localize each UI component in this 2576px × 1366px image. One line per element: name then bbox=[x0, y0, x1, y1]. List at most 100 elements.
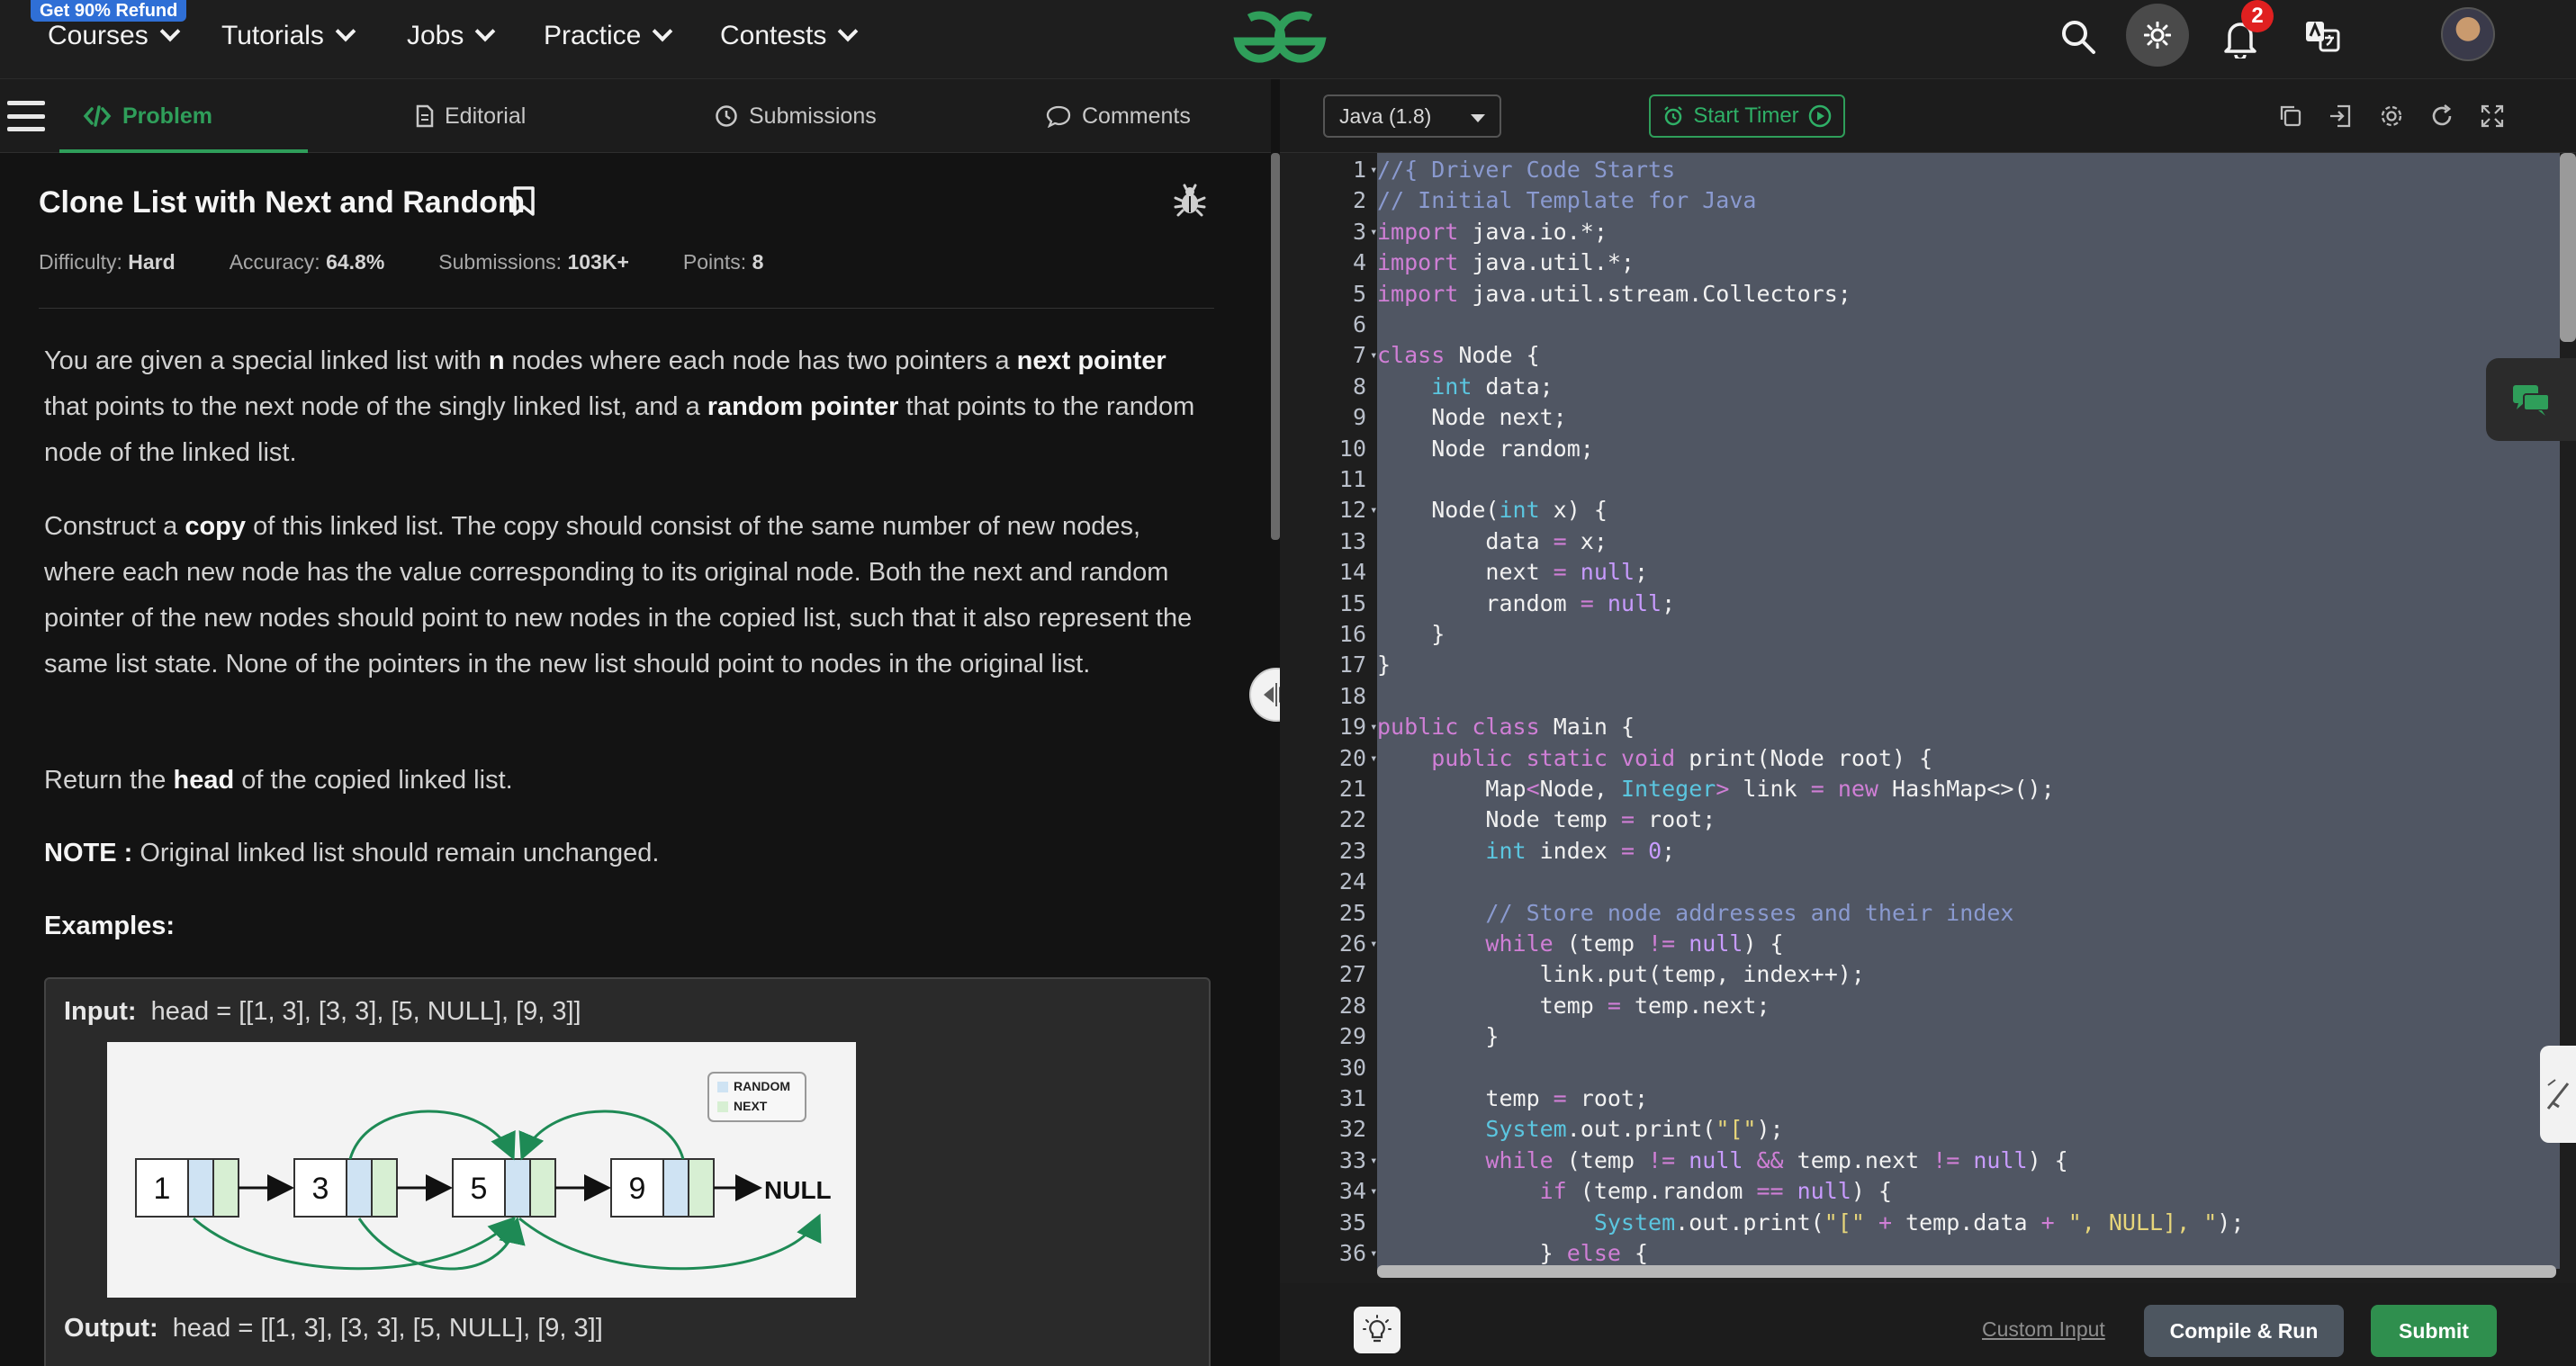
code-text: System.out.print("["); bbox=[1485, 1116, 1784, 1143]
line-number: 34 bbox=[1338, 1178, 1366, 1205]
chevron-down-icon bbox=[335, 21, 356, 42]
start-timer-button[interactable]: Start Timer bbox=[1649, 94, 1845, 138]
fullscreen-icon[interactable] bbox=[2477, 101, 2508, 131]
editor-toolbar: Java (1.8) Start Timer bbox=[1280, 79, 2576, 153]
comment-icon bbox=[1046, 105, 1071, 128]
code-vertical-scrollbar[interactable] bbox=[2560, 153, 2576, 342]
tab-comments-label: Comments bbox=[1082, 103, 1191, 129]
line-number: 22 bbox=[1338, 806, 1366, 833]
code-text: link.put(temp, index++); bbox=[1377, 961, 1865, 988]
import-file-icon[interactable] bbox=[2326, 101, 2356, 131]
line-number: 16 bbox=[1338, 621, 1366, 647]
code-text: public class Main { bbox=[1377, 714, 1635, 741]
line-number: 32 bbox=[1338, 1116, 1366, 1143]
list-node: 9 bbox=[610, 1158, 715, 1218]
hint-button[interactable] bbox=[1354, 1307, 1401, 1353]
example-output: Output: head = [[1, 3], [3, 3], [5, NULL… bbox=[64, 1314, 603, 1343]
nav-jobs[interactable]: Jobs bbox=[407, 18, 496, 54]
lightbulb-icon bbox=[1363, 1315, 1392, 1343]
list-node: 3 bbox=[293, 1158, 398, 1218]
problem-paragraph-2: Construct a copy of this linked list. Th… bbox=[44, 512, 1193, 679]
nav-tutorials[interactable]: Tutorials bbox=[221, 18, 356, 54]
chat-button[interactable] bbox=[2486, 358, 2576, 441]
code-text: Map<Node, Integer> link = new HashMap<>(… bbox=[1377, 776, 2055, 802]
code-text: import java.util.stream.Collectors; bbox=[1377, 280, 1851, 307]
tab-editorial[interactable]: Editorial bbox=[416, 79, 526, 153]
editor-panel: Java (1.8) Start Timer 1 ▾ //{Driver Co… bbox=[1280, 79, 2576, 1366]
play-icon bbox=[1808, 104, 1831, 128]
svg-text:1: 1 bbox=[154, 1172, 171, 1206]
line-number: 28 bbox=[1338, 992, 1366, 1019]
nav-contests-label: Contests bbox=[720, 21, 827, 50]
nav-jobs-label: Jobs bbox=[407, 21, 464, 50]
custom-input-link[interactable]: Custom Input bbox=[1982, 1317, 2105, 1342]
line-number: 1 bbox=[1352, 157, 1366, 183]
code-text: temp = root; bbox=[1377, 1085, 1649, 1111]
code-text: while (temp != null && temp.next != null… bbox=[1485, 1146, 2068, 1173]
settings-gear-icon[interactable] bbox=[2376, 101, 2407, 131]
gfg-logo[interactable] bbox=[1224, 5, 1336, 70]
next-legend-swatch bbox=[717, 1101, 728, 1112]
problem-title: Clone List with Next and Random bbox=[39, 185, 526, 220]
code-editor[interactable]: 1 ▾//{ Driver Code Starts 2// Initial Temp… bbox=[1280, 153, 2560, 1269]
line-number: 6 bbox=[1352, 311, 1366, 337]
nav-tutorials-label: Tutorials bbox=[221, 21, 324, 50]
document-icon bbox=[416, 104, 434, 128]
compile-run-button[interactable]: Compile & Run bbox=[2144, 1305, 2344, 1357]
chevron-down-icon bbox=[475, 21, 496, 42]
chevron-down-icon bbox=[159, 21, 181, 42]
active-tab-indicator bbox=[59, 149, 308, 153]
problem-paragraph-3: Return the head of the copied linked lis… bbox=[44, 766, 513, 795]
reset-icon[interactable] bbox=[2427, 101, 2457, 131]
code-text: // Initial Template for Java bbox=[1377, 187, 1757, 214]
nav-courses[interactable]: Courses bbox=[48, 18, 181, 54]
side-panel-toggle[interactable] bbox=[2540, 1046, 2576, 1143]
line-number: 12 bbox=[1338, 497, 1366, 524]
line-number: 18 bbox=[1338, 682, 1366, 709]
language-select[interactable]: Java (1.8) bbox=[1323, 94, 1501, 138]
random-legend-swatch bbox=[717, 1082, 728, 1092]
theme-toggle-button[interactable] bbox=[2126, 4, 2189, 67]
left-scrollbar[interactable] bbox=[1271, 153, 1280, 540]
code-text: } bbox=[1377, 652, 1392, 679]
menu-icon[interactable] bbox=[7, 101, 45, 131]
line-number: 21 bbox=[1338, 776, 1366, 802]
code-horizontal-scrollbar[interactable] bbox=[1377, 1265, 2556, 1278]
search-icon[interactable] bbox=[2058, 16, 2099, 58]
problem-paragraph-1: You are given a special linked list with… bbox=[44, 346, 1195, 467]
report-bug-icon[interactable] bbox=[1172, 182, 1208, 218]
bookmark-icon[interactable] bbox=[511, 185, 536, 218]
translate-icon[interactable] bbox=[2302, 16, 2342, 56]
line-number: 26 bbox=[1338, 930, 1366, 957]
code-text: import java.io.*; bbox=[1377, 218, 1608, 245]
line-number: 33 bbox=[1338, 1146, 1366, 1173]
tab-submissions[interactable]: Submissions bbox=[715, 79, 877, 153]
code-text: next = null; bbox=[1377, 559, 1649, 586]
code-icon bbox=[83, 105, 112, 127]
divider bbox=[39, 308, 1214, 309]
editor-actions: Custom Input Compile & Run Submit bbox=[1280, 1283, 2576, 1366]
code-text: Node temp = root; bbox=[1377, 806, 1716, 833]
nav-practice-label: Practice bbox=[544, 21, 642, 50]
code-text: int data; bbox=[1431, 373, 1554, 400]
user-avatar[interactable] bbox=[2441, 7, 2495, 61]
points-meta: Points: 8 bbox=[682, 250, 764, 274]
nav-contests[interactable]: Contests bbox=[720, 18, 859, 54]
start-timer-label: Start Timer bbox=[1693, 103, 1799, 128]
line-number: 23 bbox=[1338, 837, 1366, 864]
copy-icon[interactable] bbox=[2275, 101, 2306, 131]
line-number: 13 bbox=[1338, 527, 1366, 554]
page: Get 90% Refund Courses Tutorials Jobs Pr… bbox=[0, 0, 2576, 1366]
difficulty-meta: Difficulty: Hard bbox=[39, 250, 176, 274]
problem-panel: Problem Editorial Submissions Comments C… bbox=[0, 79, 1280, 1366]
nav-practice[interactable]: Practice bbox=[544, 18, 673, 54]
example-diagram: RANDOM NEXT 1 3 5 9 NULL bbox=[107, 1042, 856, 1298]
line-number: 14 bbox=[1338, 559, 1366, 586]
submit-button[interactable]: Submit bbox=[2371, 1305, 2497, 1357]
code-text: // Store node addresses and their index bbox=[1485, 899, 2014, 926]
problem-meta: Difficulty: Hard Accuracy: 64.8% Submiss… bbox=[39, 250, 817, 274]
notification-count-badge: 2 bbox=[2241, 0, 2274, 32]
tab-comments[interactable]: Comments bbox=[1046, 79, 1191, 153]
tab-editorial-label: Editorial bbox=[445, 103, 527, 129]
tab-problem[interactable]: Problem bbox=[83, 79, 212, 153]
